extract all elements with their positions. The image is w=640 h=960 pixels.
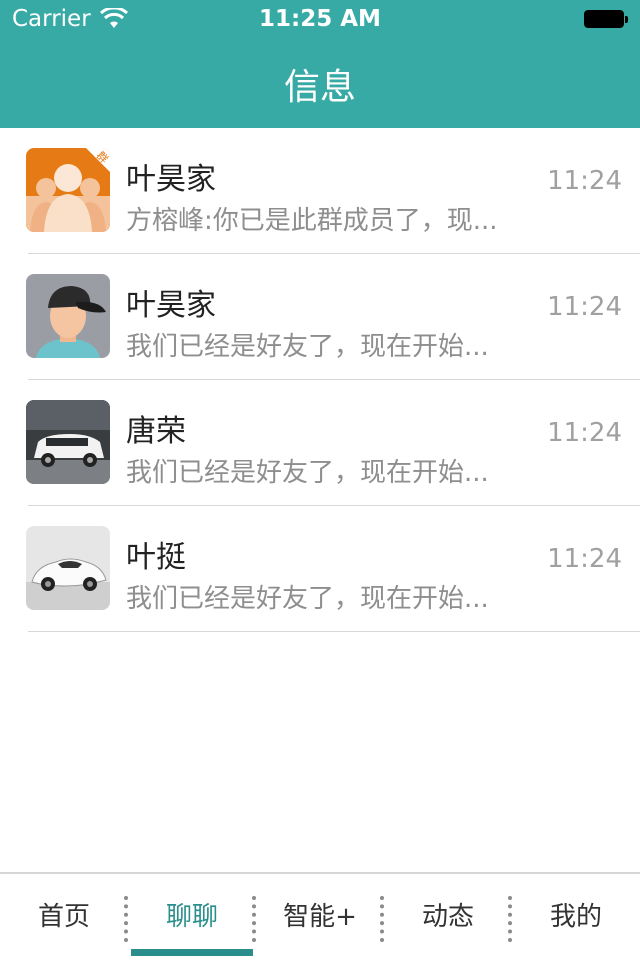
header: Carrier 11:25 AM 信息 <box>0 0 640 128</box>
conversation-preview: 方榕峰:你已是此群成员了，现... <box>126 206 498 236</box>
tab-label: 聊聊 <box>165 902 218 932</box>
conversation-list: 群 叶昊家 方榕峰:你已是此群成员了，现... 11:24 叶昊家 我们已经是好… <box>0 128 640 632</box>
conversation-row[interactable]: 叶昊家 我们已经是好友了，现在开始... 11:24 <box>0 254 640 380</box>
tab-label: 首页 <box>37 902 90 932</box>
page-title: 信息 <box>283 67 356 108</box>
conversation-preview: 我们已经是好友了，现在开始... <box>126 584 489 614</box>
tab-label: 智能+ <box>283 902 357 932</box>
conversation-row[interactable]: 唐荣 我们已经是好友了，现在开始... 11:24 <box>0 380 640 506</box>
white-suv-avatar <box>26 400 110 484</box>
tab-mine[interactable]: 我的 <box>512 874 640 960</box>
conversation-preview: 我们已经是好友了，现在开始... <box>126 332 489 362</box>
tab-feed[interactable]: 动态 <box>384 874 512 960</box>
tab-home[interactable]: 首页 <box>0 874 128 960</box>
conversation-time: 11:24 <box>547 418 622 448</box>
conversation-name: 叶挺 <box>126 540 186 575</box>
conversation-time: 11:24 <box>547 292 622 322</box>
tab-bar: 首页 聊聊 智能+ 动态 我的 <box>0 872 640 960</box>
conversation-name: 唐荣 <box>126 414 186 449</box>
status-bar: Carrier 11:25 AM <box>0 0 640 40</box>
conversation-name: 叶昊家 <box>126 288 216 323</box>
user-cap-avatar <box>26 274 110 358</box>
active-tab-indicator <box>131 949 253 956</box>
conversation-time: 11:24 <box>547 166 622 196</box>
tab-label: 动态 <box>421 902 474 932</box>
conversation-name: 叶昊家 <box>126 162 216 197</box>
tab-chat[interactable]: 聊聊 <box>128 874 256 960</box>
group-avatar-icon: 群 <box>26 148 110 232</box>
conversation-row[interactable]: 群 叶昊家 方榕峰:你已是此群成员了，现... 11:24 <box>0 128 640 254</box>
battery-icon <box>584 10 628 30</box>
tab-label: 我的 <box>549 902 602 932</box>
conversation-time: 11:24 <box>547 544 622 574</box>
white-sportscar-avatar <box>26 526 110 610</box>
conversation-preview: 我们已经是好友了，现在开始... <box>126 458 489 488</box>
status-time: 11:25 AM <box>259 6 381 32</box>
conversation-row[interactable]: 叶挺 我们已经是好友了，现在开始... 11:24 <box>0 506 640 632</box>
tab-smart[interactable]: 智能+ <box>256 874 384 960</box>
